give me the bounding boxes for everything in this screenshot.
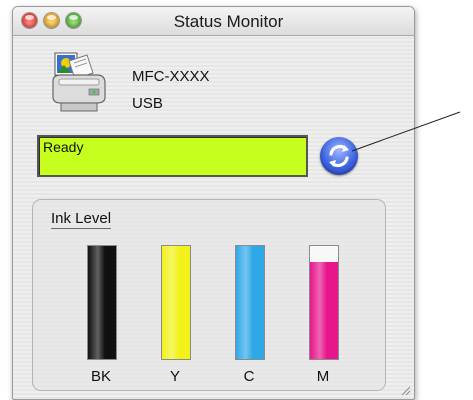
resize-grip-icon[interactable]	[399, 384, 411, 396]
ink-level-title: Ink Level	[51, 210, 112, 229]
printer-fax-icon	[52, 52, 106, 112]
refresh-button[interactable]	[320, 137, 358, 175]
title-bar[interactable]: Status Monitor	[13, 7, 414, 36]
connection-type: USB	[132, 95, 163, 112]
ink-bar-m	[309, 245, 339, 360]
ink-bar-y	[161, 245, 191, 360]
ink-fill-m	[310, 261, 338, 359]
status-monitor-window: Status Monitor MFC-XXXX USB Ready Ink Le…	[12, 6, 415, 400]
ink-label-bk: BK	[90, 368, 111, 385]
ink-label-m: M	[316, 368, 330, 385]
ink-bar-bk	[87, 245, 117, 360]
ink-fill-y	[162, 246, 190, 359]
device-model: MFC-XXXX	[132, 68, 210, 85]
refresh-icon	[329, 144, 349, 168]
ink-fill-bk	[88, 246, 116, 359]
status-text: Ready	[43, 139, 84, 155]
ink-level-panel: Ink Level BK Y C M	[32, 199, 386, 391]
status-display: Ready	[37, 135, 308, 177]
ink-bar-c	[235, 245, 265, 360]
ink-label-c: C	[243, 368, 255, 385]
ink-label-y: Y	[169, 368, 180, 385]
window-title: Status Monitor	[173, 12, 284, 31]
ink-fill-c	[236, 246, 264, 359]
